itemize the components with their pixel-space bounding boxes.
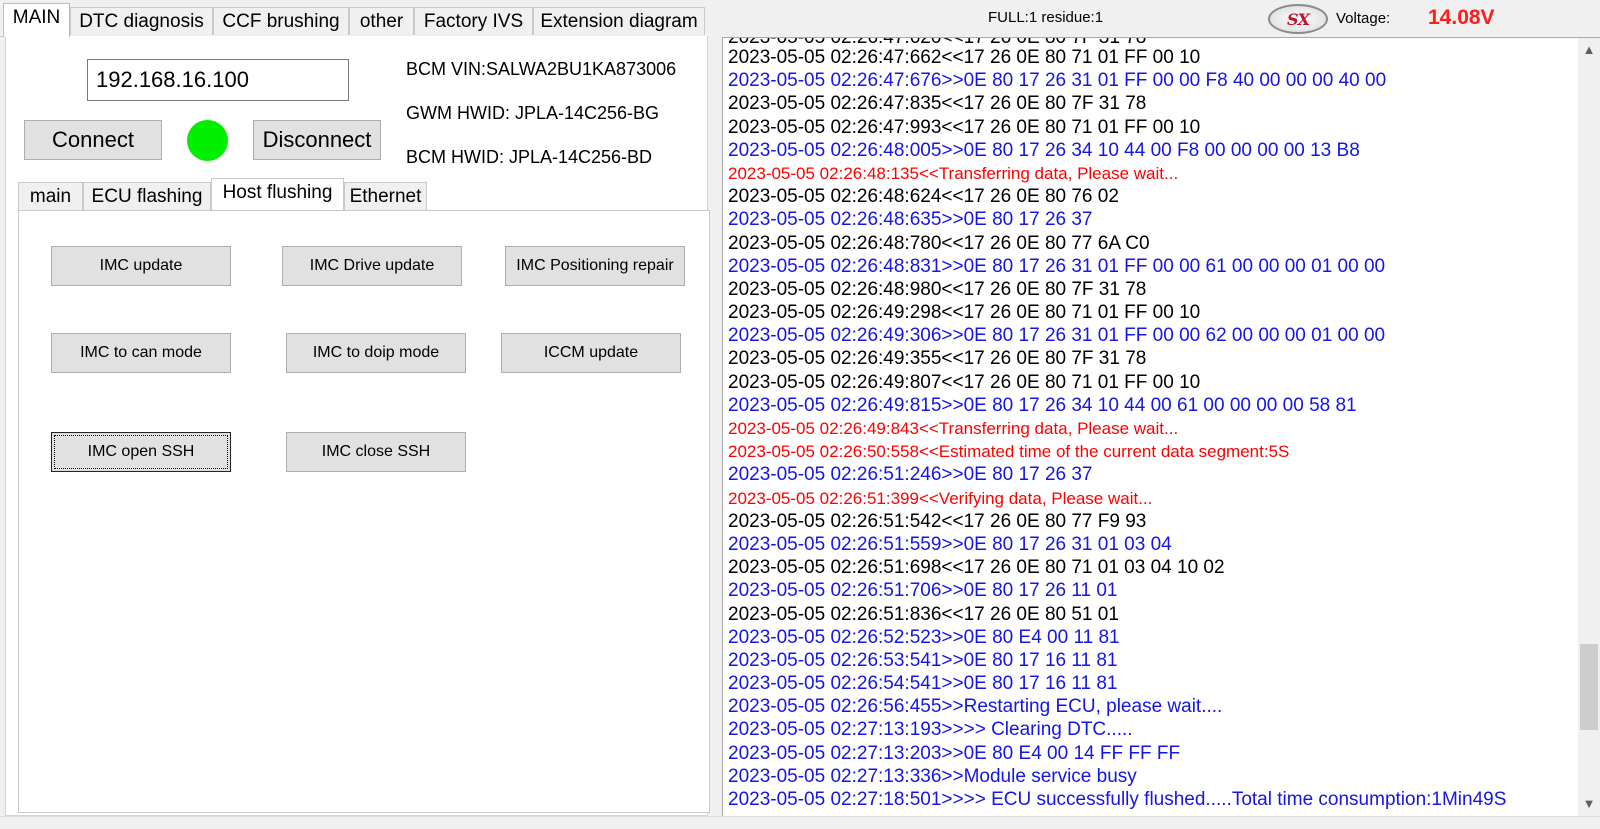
voltage-value: 14.08V xyxy=(1428,6,1495,29)
tab-extension-diagram[interactable]: Extension diagram xyxy=(533,7,705,35)
subtab-main[interactable]: main xyxy=(18,182,83,210)
subtab-host-flushing[interactable]: Host flushing xyxy=(211,178,344,210)
log-line: 2023-05-05 02:26:48:624<<17 26 0E 80 76 … xyxy=(728,186,1119,208)
log-line: 2023-05-05 02:26:51:399<<Verifying data,… xyxy=(728,488,1153,508)
log-line: 2023-05-05 02:26:51:706>>0E 80 17 26 11 … xyxy=(728,580,1118,602)
log-line: 2023-05-05 02:27:18:501>>>> ECU successf… xyxy=(728,789,1507,810)
log-scrollbar[interactable]: ▲ ▼ xyxy=(1578,38,1600,816)
iccm-update-button[interactable]: ICCM update xyxy=(501,333,681,373)
log-line: 2023-05-05 02:26:47:993<<17 26 0E 80 71 … xyxy=(728,116,1201,138)
scroll-thumb[interactable] xyxy=(1580,644,1598,730)
log-line: 2023-05-05 02:26:56:455>>Restarting ECU,… xyxy=(728,696,1223,718)
log-line: 2023-05-05 02:26:49:298<<17 26 0E 80 71 … xyxy=(728,302,1201,324)
bottom-border xyxy=(0,816,1600,829)
tab-factory-ivs[interactable]: Factory IVS xyxy=(414,7,533,35)
full-residue-counter: FULL:1 residue:1 xyxy=(988,9,1104,26)
tab-other[interactable]: other xyxy=(349,7,414,35)
imc-drive-update-button[interactable]: IMC Drive update xyxy=(282,246,462,286)
log-line: 2023-05-05 02:26:49:815>>0E 80 17 26 34 … xyxy=(728,394,1357,416)
bcm-hwid-label: BCM HWID: JPLA-14C256-BD xyxy=(406,147,653,167)
log-line: 2023-05-05 02:26:54:541>>0E 80 17 16 11 … xyxy=(728,673,1118,695)
imc-close-ssh-button[interactable]: IMC close SSH xyxy=(286,432,466,472)
imc-to-doip-mode-button[interactable]: IMC to doip mode xyxy=(286,333,466,373)
ip-address-input[interactable] xyxy=(87,59,349,101)
log-output-panel[interactable]: 2023-05-05 02:26:47:620<<17 26 0E 80 7F … xyxy=(722,37,1600,816)
log-line: 2023-05-05 02:26:47:835<<17 26 0E 80 7F … xyxy=(728,93,1147,115)
subtab-ethernet[interactable]: Ethernet xyxy=(344,182,427,210)
log-lines: 2023-05-05 02:26:47:662<<17 26 0E 80 71 … xyxy=(728,46,1578,811)
application-window: MAIN DTC diagnosis CCF brushing other Fa… xyxy=(0,0,1600,829)
log-line: 2023-05-05 02:26:52:523>>0E 80 E4 00 11 … xyxy=(728,626,1120,648)
log-line: 2023-05-05 02:26:47:676>>0E 80 17 26 31 … xyxy=(728,70,1387,92)
log-line: 2023-05-05 02:26:53:541>>0E 80 17 16 11 … xyxy=(728,649,1118,671)
log-line: 2023-05-05 02:26:51:542<<17 26 0E 80 77 … xyxy=(728,510,1147,532)
scroll-up-icon[interactable]: ▲ xyxy=(1578,40,1600,60)
log-line: 2023-05-05 02:26:51:836<<17 26 0E 80 51 … xyxy=(728,603,1119,625)
log-line: 2023-05-05 02:26:48:635>>0E 80 17 26 37 xyxy=(728,209,1093,231)
voltage-label: Voltage: xyxy=(1336,10,1391,27)
log-line: 2023-05-05 02:27:13:193>>>> Clearing DTC… xyxy=(728,719,1133,741)
brand-logo: SX xyxy=(1268,4,1328,34)
log-line: 2023-05-05 02:26:48:780<<17 26 0E 80 77 … xyxy=(728,232,1150,254)
log-line: 2023-05-05 02:26:48:831>>0E 80 17 26 31 … xyxy=(728,255,1386,277)
log-line: 2023-05-05 02:26:51:698<<17 26 0E 80 71 … xyxy=(728,557,1225,579)
imc-open-ssh-button[interactable]: IMC open SSH xyxy=(51,432,231,472)
log-line: 2023-05-05 02:26:48:135<<Transferring da… xyxy=(728,163,1179,183)
tab-dtc-diagnosis[interactable]: DTC diagnosis xyxy=(70,7,213,35)
log-line: 2023-05-05 02:27:13:336>>Module service … xyxy=(728,765,1137,787)
bcm-vin-label: BCM VIN:SALWA2BU1KA873006 xyxy=(406,59,677,79)
disconnect-button[interactable]: Disconnect xyxy=(253,120,381,160)
imc-positioning-repair-button[interactable]: IMC Positioning repair xyxy=(505,246,685,286)
log-line: 2023-05-05 02:26:49:355<<17 26 0E 80 7F … xyxy=(728,348,1147,370)
log-line: 2023-05-05 02:26:51:559>>0E 80 17 26 31 … xyxy=(728,533,1172,555)
log-line: 2023-05-05 02:26:51:246>>0E 80 17 26 37 xyxy=(728,464,1093,486)
log-line: 2023-05-05 02:26:50:558<<Estimated time … xyxy=(728,442,1290,462)
log-line: 2023-05-05 02:26:47:662<<17 26 0E 80 71 … xyxy=(728,47,1201,68)
scroll-down-icon[interactable]: ▼ xyxy=(1578,794,1600,814)
log-line: 2023-05-05 02:26:48:980<<17 26 0E 80 7F … xyxy=(728,278,1147,300)
log-line: 2023-05-05 02:26:48:005>>0E 80 17 26 34 … xyxy=(728,139,1360,161)
log-line: 2023-05-05 02:26:49:843<<Transferring da… xyxy=(728,419,1179,438)
imc-to-can-mode-button[interactable]: IMC to can mode xyxy=(51,333,231,373)
connect-button[interactable]: Connect xyxy=(24,120,162,160)
logo-text: SX xyxy=(1287,9,1310,29)
gwm-hwid-label: GWM HWID: JPLA-14C256-BG xyxy=(406,103,660,123)
log-line: 2023-05-05 02:26:49:807<<17 26 0E 80 71 … xyxy=(728,371,1201,393)
log-line: 2023-05-05 02:27:13:203>>0E 80 E4 00 14 … xyxy=(728,742,1181,764)
connection-status-indicator xyxy=(187,120,228,161)
imc-update-button[interactable]: IMC update xyxy=(51,246,231,286)
host-flushing-panel xyxy=(18,210,710,813)
tab-ccf-brushing[interactable]: CCF brushing xyxy=(213,7,349,35)
subtab-ecu-flashing[interactable]: ECU flashing xyxy=(83,182,211,210)
log-line: 2023-05-05 02:26:49:306>>0E 80 17 26 31 … xyxy=(728,325,1386,347)
tab-main[interactable]: MAIN xyxy=(3,3,70,37)
